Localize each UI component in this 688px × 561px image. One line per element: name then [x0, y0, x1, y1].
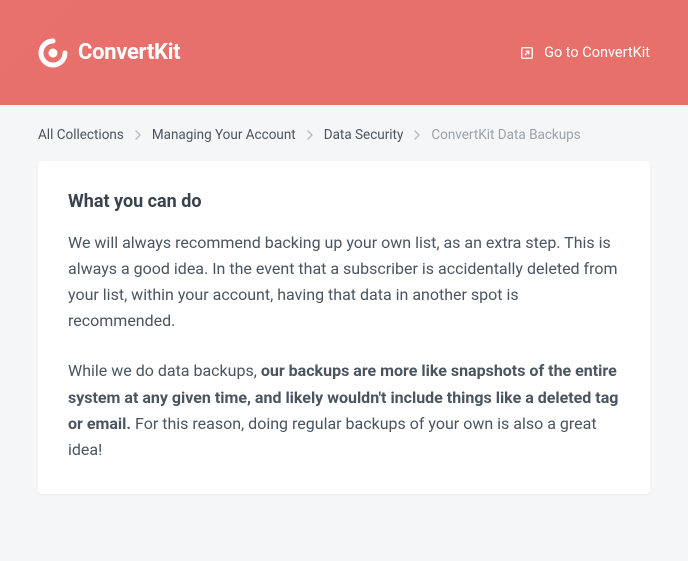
section-title: What you can do [68, 191, 620, 212]
chevron-right-icon [413, 129, 421, 141]
breadcrumb-all-collections[interactable]: All Collections [38, 127, 124, 143]
logo-text: ConvertKit [78, 40, 180, 65]
convertkit-logo-icon [38, 38, 68, 68]
breadcrumb-current: ConvertKit Data Backups [431, 127, 580, 143]
header-link-label: Go to ConvertKit [544, 44, 650, 61]
paragraph-2-tail: For this reason, doing regular backups o… [68, 414, 597, 459]
breadcrumb: All Collections Managing Your Account Da… [0, 105, 688, 161]
external-link-icon [520, 46, 534, 60]
logo[interactable]: ConvertKit [38, 38, 180, 68]
chevron-right-icon [134, 129, 142, 141]
breadcrumb-data-security[interactable]: Data Security [324, 127, 404, 143]
breadcrumb-managing-account[interactable]: Managing Your Account [152, 127, 296, 143]
article-card: What you can do We will always recommend… [38, 161, 650, 494]
go-to-convertkit-link[interactable]: Go to ConvertKit [520, 44, 650, 61]
chevron-right-icon [306, 129, 314, 141]
paragraph-1: We will always recommend backing up your… [68, 230, 620, 334]
page-header: ConvertKit Go to ConvertKit [0, 0, 688, 105]
paragraph-2-lead: While we do data backups, [68, 361, 261, 380]
paragraph-2: While we do data backups, our backups ar… [68, 358, 620, 464]
